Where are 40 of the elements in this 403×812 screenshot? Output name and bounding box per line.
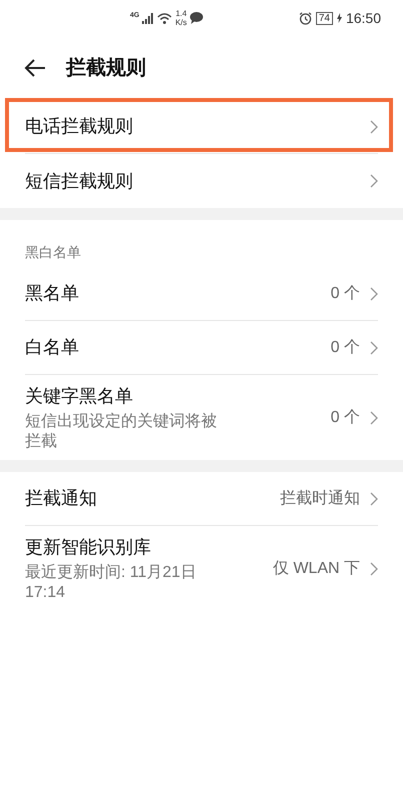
settings-row[interactable]: 黑名单 0 个 (25, 267, 378, 321)
settings-row[interactable]: 更新智能识别库 最近更新时间: 11月21日 17:14 仅 WLAN 下 (25, 526, 378, 611)
row-title: 更新智能识别库 (25, 536, 152, 559)
row-value: 0 个 (330, 408, 360, 428)
row-subtitle: 短信出现设定的关键词将被拦截 (25, 412, 218, 452)
settings-row[interactable]: 电话拦截规则 (25, 100, 378, 154)
page-title: 拦截规则 (66, 56, 146, 81)
row-title: 关键字黑名单 (25, 385, 134, 408)
row-title: 白名单 (25, 336, 80, 359)
chevron-right-icon (370, 340, 378, 354)
row-subtitle: 最近更新时间: 11月21日 17:14 (25, 563, 198, 603)
charging-icon (336, 13, 342, 23)
row-value: 0 个 (330, 338, 360, 358)
chevron-right-icon (370, 562, 378, 576)
chevron-right-icon (370, 120, 378, 134)
alarm-clock-icon (298, 12, 312, 24)
settings-row[interactable]: 拦截通知 拦截时通知 (25, 472, 378, 526)
row-title: 短信拦截规则 (25, 170, 134, 192)
chevron-right-icon (370, 492, 378, 506)
row-title: 拦截通知 (25, 487, 98, 510)
chevron-right-icon (370, 286, 378, 300)
settings-row[interactable]: 短信拦截规则 (25, 154, 378, 208)
speed-unit: K/s (175, 18, 187, 27)
row-value: 仅 WLAN 下 (272, 558, 360, 578)
settings-row[interactable]: 白名单 0 个 (25, 321, 378, 375)
row-title: 电话拦截规则 (25, 115, 134, 138)
row-title: 黑名单 (25, 282, 80, 305)
chat-bubble-icon (190, 12, 203, 24)
chevron-right-icon (370, 410, 378, 424)
section-heading: 黑白名单 (25, 243, 82, 262)
battery-indicator: 74 (316, 12, 333, 24)
chevron-right-icon (370, 174, 378, 188)
signal-icon (142, 12, 154, 24)
speed-value: 1.4 (176, 9, 187, 18)
wifi-icon (157, 12, 172, 24)
settings-row[interactable]: 关键字黑名单 短信出现设定的关键词将被拦截 0 个 (25, 375, 378, 460)
row-value: 0 个 (330, 284, 360, 304)
clock-time: 16:50 (346, 8, 381, 28)
back-arrow-icon[interactable] (24, 59, 46, 77)
row-value: 拦截时通知 (280, 488, 360, 508)
